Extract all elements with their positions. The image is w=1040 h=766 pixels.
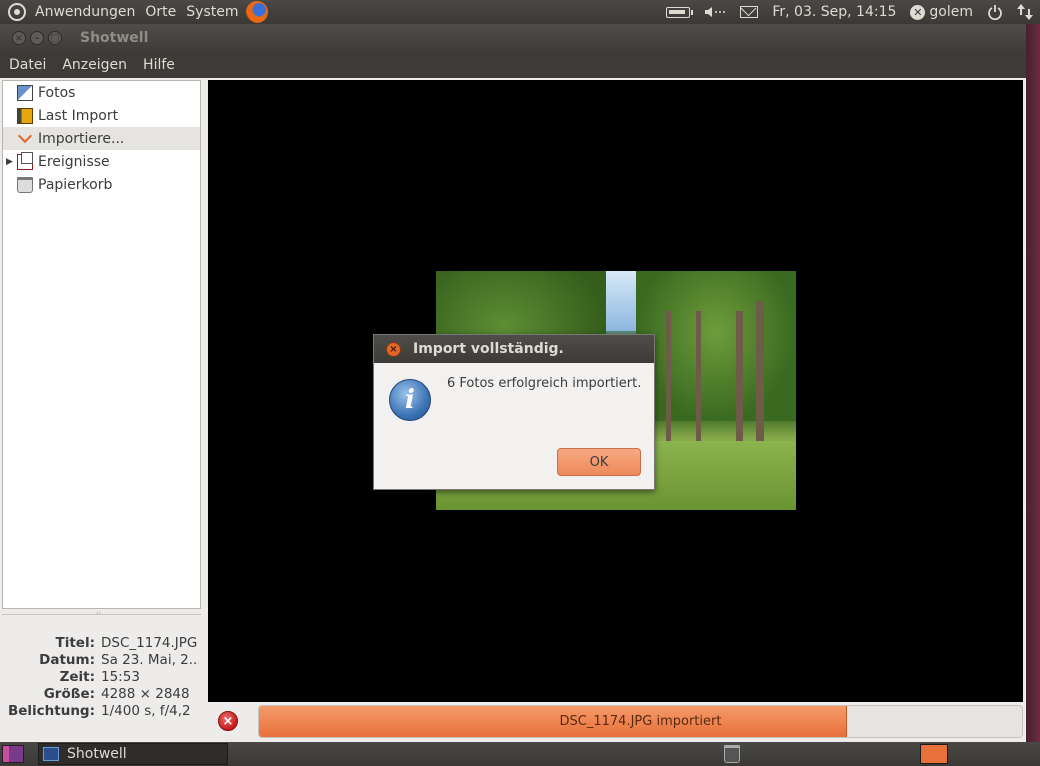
info-row-title: Titel: DSC_1174.JPG bbox=[2, 635, 201, 652]
sidebar-item-label: Last Import bbox=[38, 107, 119, 124]
dialog-titlebar[interactable]: × Import vollständig. bbox=[374, 335, 654, 363]
ubuntu-logo-icon[interactable] bbox=[8, 3, 26, 21]
import-statusbar: × DSC_1174.JPG importiert bbox=[208, 702, 1023, 740]
taskbar-button-shotwell[interactable]: Shotwell bbox=[38, 743, 228, 765]
window-maximize-button[interactable]: □ bbox=[48, 31, 62, 45]
sidebar-item-label: Importiere... bbox=[38, 130, 125, 147]
window-title: Shotwell bbox=[80, 30, 149, 46]
menu-places[interactable]: Orte bbox=[140, 4, 181, 20]
dialog-title: Import vollständig. bbox=[413, 341, 564, 357]
show-desktop-icon[interactable] bbox=[2, 745, 24, 763]
battery-indicator[interactable] bbox=[666, 6, 694, 18]
user-menu[interactable]: ✕ golem bbox=[910, 4, 973, 20]
sidebar-item-label: Ereignisse bbox=[38, 153, 110, 170]
menu-view[interactable]: Anzeigen bbox=[53, 57, 134, 73]
user-name: golem bbox=[929, 4, 973, 20]
menu-system[interactable]: System bbox=[181, 4, 243, 20]
info-key: Titel: bbox=[55, 635, 95, 651]
volume-icon bbox=[705, 7, 726, 17]
top-panel: Anwendungen Orte System Fr, 03. Sep, 14:… bbox=[0, 0, 1040, 24]
info-icon: i bbox=[389, 379, 431, 421]
photo-trees-right bbox=[636, 271, 796, 421]
workspace-switcher[interactable] bbox=[920, 744, 948, 764]
network-indicator[interactable] bbox=[1017, 3, 1033, 21]
power-icon bbox=[988, 5, 1002, 20]
import-progress-bar: DSC_1174.JPG importiert bbox=[258, 705, 1023, 738]
taskbar-label: Shotwell bbox=[67, 746, 127, 762]
expander-arrow-icon[interactable]: ▶ bbox=[6, 157, 13, 167]
sidebar-item-label: Fotos bbox=[38, 84, 76, 101]
info-key: Zeit: bbox=[59, 669, 95, 685]
mail-icon bbox=[740, 6, 759, 18]
volume-indicator[interactable] bbox=[704, 6, 726, 18]
last-import-icon bbox=[17, 107, 33, 124]
info-row-exposure: Belichtung: 1/400 s, f/4,2 bbox=[2, 703, 201, 720]
sidebar-item-events[interactable]: ▶ Ereignisse bbox=[3, 150, 200, 173]
system-tray: Fr, 03. Sep, 14:15 ✕ golem bbox=[659, 0, 1040, 24]
sidebar-item-import[interactable]: Importiere... bbox=[3, 127, 200, 150]
window-close-button[interactable]: × bbox=[12, 31, 26, 45]
photo-trunk bbox=[666, 311, 671, 461]
window-minimize-button[interactable]: – bbox=[30, 31, 44, 45]
info-key: Belichtung: bbox=[7, 703, 95, 719]
mail-indicator[interactable] bbox=[740, 6, 759, 18]
photos-icon bbox=[17, 84, 33, 101]
bottom-panel: Shotwell bbox=[0, 742, 1040, 766]
desktop-edge bbox=[1026, 24, 1040, 742]
user-status-icon: ✕ bbox=[910, 4, 926, 20]
photo-info-panel: Titel: DSC_1174.JPG Datum: Sa 23. Mai, 2… bbox=[2, 614, 201, 719]
window-titlebar[interactable]: × – □ Shotwell bbox=[0, 24, 1026, 52]
events-icon bbox=[17, 151, 33, 170]
cancel-import-icon[interactable]: × bbox=[218, 711, 238, 731]
firefox-icon[interactable] bbox=[245, 1, 268, 23]
clock[interactable]: Fr, 03. Sep, 14:15 bbox=[772, 4, 896, 20]
info-row-size: Größe: 4288 × 2848 bbox=[2, 686, 201, 703]
trash-icon bbox=[17, 176, 33, 193]
network-icon bbox=[1017, 4, 1033, 20]
dialog-message: 6 Fotos erfolgreich importiert. bbox=[447, 376, 642, 391]
info-key: Größe: bbox=[43, 686, 95, 702]
battery-icon bbox=[666, 6, 694, 18]
info-value: 15:53 bbox=[101, 669, 140, 685]
sidebar-item-label: Papierkorb bbox=[38, 176, 113, 193]
import-complete-dialog: × Import vollständig. i 6 Fotos erfolgre… bbox=[373, 334, 655, 490]
progress-text: DSC_1174.JPG importiert bbox=[559, 714, 722, 729]
menu-file[interactable]: Datei bbox=[0, 57, 53, 73]
top-menu: Anwendungen Orte System bbox=[30, 0, 244, 24]
photo-trunk bbox=[736, 311, 743, 461]
power-button[interactable] bbox=[987, 4, 1003, 20]
info-value: Sa 23. Mai, 2... bbox=[101, 652, 199, 668]
info-key: Datum: bbox=[39, 652, 95, 668]
menu-help[interactable]: Hilfe bbox=[134, 57, 182, 73]
sidebar-item-last-import[interactable]: Last Import bbox=[3, 104, 200, 127]
menu-applications[interactable]: Anwendungen bbox=[30, 4, 140, 20]
sidebar-item-photos[interactable]: Fotos bbox=[3, 81, 200, 104]
info-row-time: Zeit: 15:53 bbox=[2, 669, 201, 686]
info-row-date: Datum: Sa 23. Mai, 2... bbox=[2, 652, 201, 669]
menubar: Datei Anzeigen Hilfe bbox=[0, 52, 1026, 78]
trash-icon[interactable] bbox=[724, 745, 740, 763]
sidebar-item-trash[interactable]: Papierkorb bbox=[3, 173, 200, 196]
shotwell-icon bbox=[43, 747, 59, 761]
info-value: DSC_1174.JPG bbox=[101, 635, 198, 651]
import-icon bbox=[17, 131, 33, 147]
photo-trunk bbox=[696, 311, 701, 461]
dialog-close-icon[interactable]: × bbox=[386, 341, 401, 357]
info-value: 1/400 s, f/4,2 bbox=[101, 703, 191, 719]
info-value: 4288 × 2848 bbox=[101, 686, 190, 702]
ok-button[interactable]: OK bbox=[557, 448, 641, 476]
sidebar: Fotos Last Import Importiere... ▶ Ereign… bbox=[2, 80, 201, 609]
